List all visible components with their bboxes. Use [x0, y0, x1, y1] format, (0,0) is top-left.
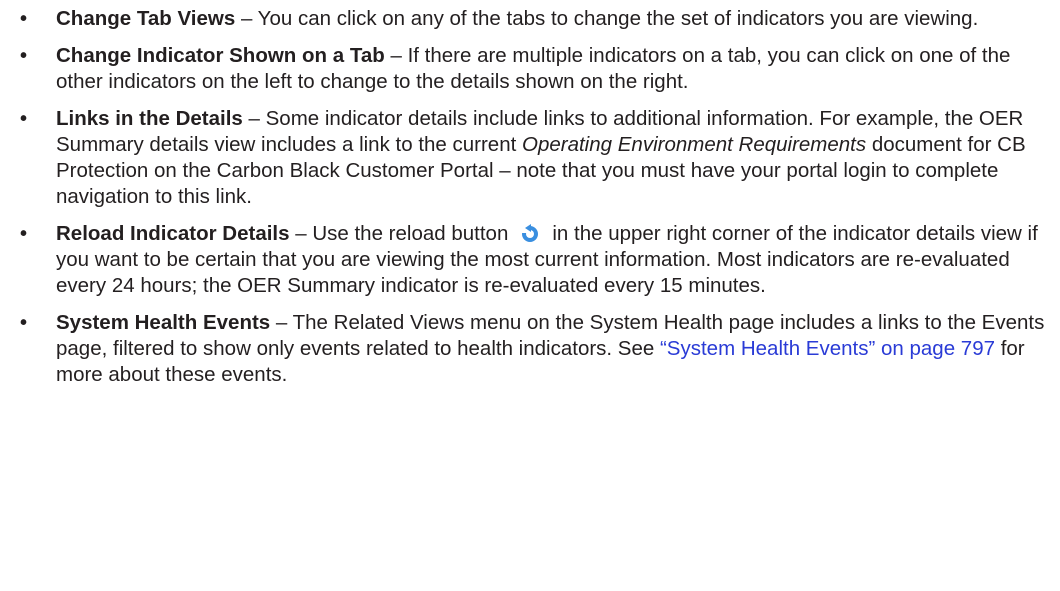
- item-term: System Health Events: [56, 311, 271, 334]
- item-text: – Use the reload button: [289, 222, 509, 245]
- bullet-marker: •: [20, 45, 28, 67]
- bullet-marker: •: [20, 108, 28, 130]
- item-term: Links in the Details: [56, 107, 243, 130]
- list-item-system-health-events: • System Health Events – The Related Vie…: [0, 310, 1060, 388]
- feature-bullet-list: • Change Tab Views – You can click on an…: [0, 6, 1060, 399]
- bullet-marker: •: [20, 312, 28, 334]
- bullet-marker: •: [20, 8, 28, 30]
- bullet-marker: •: [20, 223, 28, 245]
- item-text: – You can click on any of the tabs to ch…: [235, 7, 979, 30]
- document-title: Operating Environment Requirements: [522, 133, 867, 156]
- list-item-links-in-details: • Links in the Details – Some indicator …: [0, 106, 1060, 210]
- item-term: Reload Indicator Details: [56, 222, 290, 245]
- item-term: Change Indicator Shown on a Tab: [56, 44, 385, 67]
- list-item-change-indicator: • Change Indicator Shown on a Tab – If t…: [0, 43, 1060, 95]
- list-item-change-tab-views: • Change Tab Views – You can click on an…: [0, 6, 1060, 32]
- list-item-reload-details: • Reload Indicator Details – Use the rel…: [0, 221, 1060, 299]
- item-term: Change Tab Views: [56, 7, 236, 30]
- reload-icon: [518, 223, 542, 243]
- document-page: • Change Tab Views – You can click on an…: [0, 0, 1060, 591]
- system-health-events-link[interactable]: “System Health Events” on page 797: [660, 337, 995, 360]
